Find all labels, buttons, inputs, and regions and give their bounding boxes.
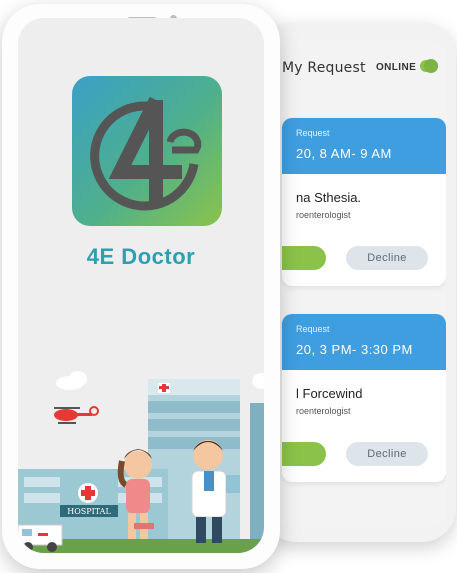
- splash-phone: 4E Doctor HOSPITAL: [2, 4, 280, 569]
- decline-button[interactable]: Decline: [346, 442, 428, 466]
- cloud-icon: [56, 371, 87, 390]
- request-label: Request: [296, 324, 330, 334]
- cloud-icon: [252, 373, 264, 389]
- decline-button[interactable]: Decline: [346, 246, 428, 270]
- accept-button[interactable]: [282, 246, 326, 270]
- request-time: 20, 3 PM- 3:30 PM: [296, 342, 413, 357]
- app-name: 4E Doctor: [86, 244, 196, 269]
- request-card[interactable]: Request 20, 8 AM- 9 AM na Sthesia. roent…: [282, 118, 446, 286]
- screen-title: My Request: [282, 60, 366, 76]
- app-logo: [72, 76, 222, 226]
- request-card-header: Request 20, 3 PM- 3:30 PM: [282, 314, 446, 370]
- doctor-specialty: roenterologist: [296, 406, 351, 416]
- requests-phone: My Request ONLINE Request 20, 8 AM- 9 AM…: [262, 22, 456, 542]
- hospital-sign: HOSPITAL: [67, 507, 111, 516]
- patient-name: na Sthesia.: [296, 190, 362, 205]
- request-label: Request: [296, 128, 330, 138]
- online-label: ONLINE: [376, 62, 417, 73]
- accept-button[interactable]: [282, 442, 326, 466]
- request-card[interactable]: Request 20, 3 PM- 3:30 PM l Forcewind ro…: [282, 314, 446, 482]
- helicopter-icon: [54, 406, 99, 424]
- splash-screen: 4E Doctor HOSPITAL: [18, 18, 264, 553]
- hospital-illustration: HOSPITAL: [18, 371, 264, 553]
- 4e-logo-icon: [90, 96, 202, 211]
- online-toggle[interactable]: [420, 59, 438, 73]
- doctor-specialty: roenterologist: [296, 210, 351, 220]
- patient-name: l Forcewind: [296, 386, 363, 401]
- toggle-knob: [424, 59, 438, 73]
- requests-screen: My Request ONLINE Request 20, 8 AM- 9 AM…: [272, 40, 446, 528]
- request-time: 20, 8 AM- 9 AM: [296, 146, 392, 161]
- request-card-header: Request 20, 8 AM- 9 AM: [282, 118, 446, 174]
